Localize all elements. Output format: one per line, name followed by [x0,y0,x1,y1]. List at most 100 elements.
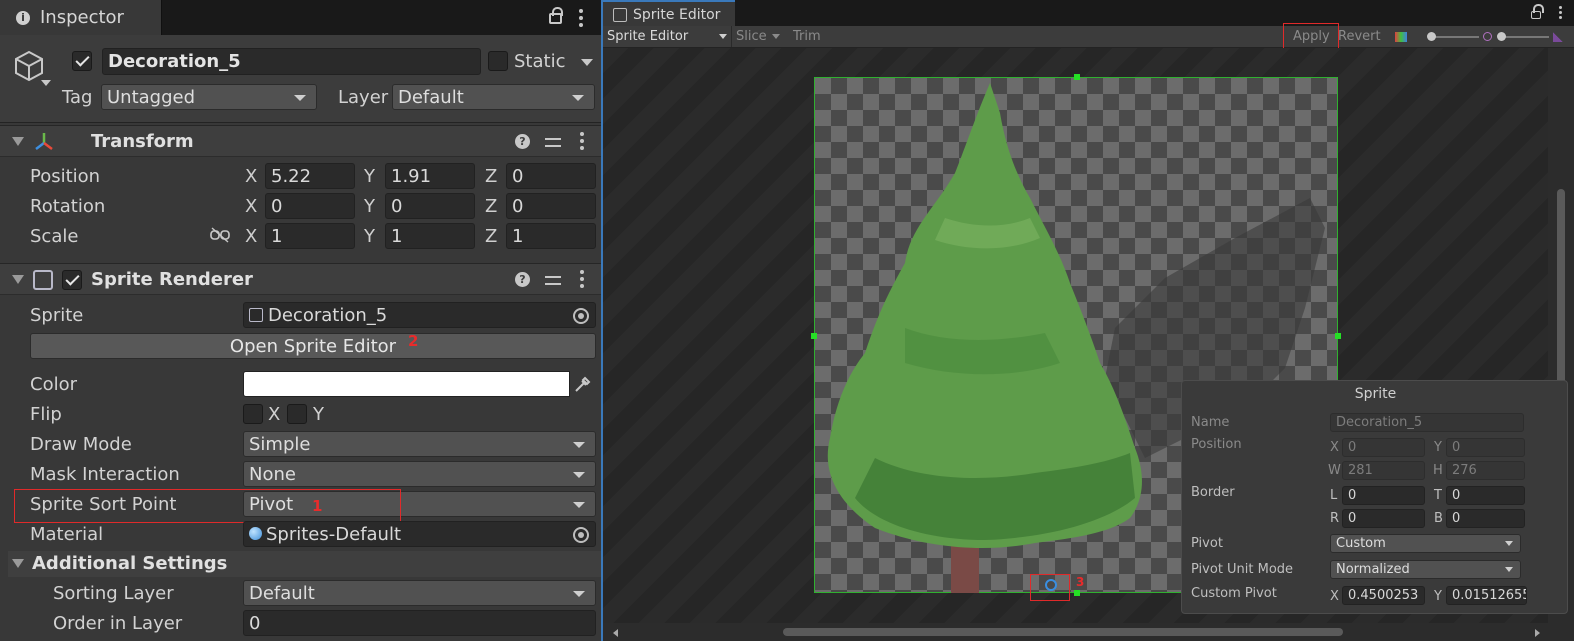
zoom-slider[interactable] [1429,36,1479,38]
border-l-field[interactable]: 0 [1342,486,1425,505]
object-picker-icon[interactable] [573,308,589,324]
resize-handle-top[interactable] [1074,74,1080,80]
sprite-editor-icon [613,7,627,22]
object-picker-icon[interactable] [573,527,589,543]
material-icon [249,527,262,540]
more-options-icon[interactable] [1559,6,1562,22]
horizontal-scrollbar-thumb[interactable] [783,628,1343,636]
height-field[interactable]: 276 [1446,461,1525,480]
annotation-box-3 [1030,574,1070,601]
draw-mode-dropdown[interactable]: Simple [243,431,596,457]
rotation-z-field[interactable]: 0 [506,193,596,219]
transform-foldout-icon[interactable] [12,137,24,146]
scroll-right-icon[interactable] [1535,629,1540,637]
scale-z-field[interactable]: 1 [506,223,596,249]
lock-icon[interactable] [549,7,563,24]
resize-handle-right[interactable] [1335,333,1341,339]
icon-dropdown-icon[interactable] [41,80,51,86]
annotation-1: 1 [312,497,323,515]
sprite-panel-title: Sprite [1354,386,1397,402]
border-b-field[interactable]: 0 [1446,509,1525,528]
color-swatch[interactable] [243,371,570,397]
gameobject-cube-icon[interactable] [12,49,46,83]
horizontal-scrollbar[interactable] [603,623,1574,641]
presets-icon[interactable] [545,273,561,287]
rotation-x-field[interactable]: 0 [265,193,355,219]
sprite-object-field[interactable]: Decoration_5 [243,302,596,328]
static-dropdown-icon[interactable] [581,59,593,66]
pos-x-field[interactable]: 0 [1342,438,1425,457]
sprite-editor-tab[interactable]: Sprite Editor [603,0,735,27]
mask-interaction-dropdown[interactable]: None [243,461,596,487]
chevron-down-icon [772,34,780,39]
scale-x-field[interactable]: 1 [265,223,355,249]
pivot-unit-mode-dropdown[interactable]: Normalized [1330,560,1521,579]
name-field[interactable]: Decoration_5 [1330,413,1524,432]
pos-y-field[interactable]: 0 [1446,438,1525,457]
sprite-editor-window: Sprite Editor Sprite Editor Slice Trim A… [603,0,1574,641]
gameobject-header: Decoration_5 Static Tag Untagged Layer D… [0,35,601,123]
additional-settings-header[interactable]: Additional Settings [8,551,601,577]
static-checkbox[interactable] [488,51,508,71]
rotation-y-field[interactable]: 0 [385,193,475,219]
order-in-layer-field[interactable]: 0 [243,610,596,636]
layer-dropdown[interactable]: Default [392,84,595,110]
color-channels-icon[interactable] [1395,32,1407,42]
material-label: Material [30,524,104,545]
material-object-field[interactable]: Sprites-Default [243,521,596,547]
scale-y-field[interactable]: 1 [385,223,475,249]
pivot-dropdown[interactable]: Custom [1330,534,1521,553]
more-options-icon[interactable] [579,9,583,30]
constrain-proportions-icon[interactable] [209,227,231,243]
flip-x-checkbox[interactable] [243,404,263,424]
slice-dropdown[interactable]: Slice [736,26,782,47]
color-label: Color [30,374,77,395]
sprite-renderer-enabled-checkbox[interactable] [62,270,82,290]
custom-pivot-x-field[interactable]: 0.4500253 [1342,586,1425,605]
scale-y-axis: Y [364,226,375,247]
static-label: Static [514,51,566,72]
eyedropper-icon[interactable] [573,374,593,394]
border-r-label: R [1330,511,1340,526]
mip-level-slider-handle[interactable] [1497,32,1506,41]
sorting-layer-dropdown[interactable]: Default [243,580,596,606]
position-y-axis: Y [364,166,375,187]
custom-pivot-y-field[interactable]: 0.01512655 [1446,586,1527,605]
lock-icon[interactable] [1531,4,1544,19]
component-menu-icon[interactable] [580,270,584,291]
trim-button[interactable]: Trim [793,26,821,47]
border-r-field[interactable]: 0 [1342,509,1425,528]
tag-dropdown[interactable]: Untagged [101,84,317,110]
sprite-renderer-header[interactable]: Sprite Renderer ? [0,263,601,295]
resize-handle-bottom[interactable] [1074,590,1080,596]
zoom-slider-handle[interactable] [1427,32,1436,41]
mip-level-slider[interactable] [1499,36,1549,38]
revert-button[interactable]: Revert [1338,26,1381,47]
active-checkbox[interactable] [72,51,92,71]
width-label: W [1328,463,1341,478]
editor-mode-dropdown[interactable]: Sprite Editor [607,26,729,47]
gameobject-name-field[interactable]: Decoration_5 [102,48,481,75]
help-icon[interactable]: ? [515,272,530,287]
sprite-editor-tab-bar: Sprite Editor [603,0,1574,27]
sprite-value: Decoration_5 [268,304,388,326]
width-field[interactable]: 281 [1342,461,1425,480]
transform-header[interactable]: Transform ? [0,125,601,157]
resize-handle-left[interactable] [811,333,817,339]
additional-settings-foldout-icon[interactable] [12,559,24,568]
sprite-renderer-foldout-icon[interactable] [12,275,24,284]
open-sprite-editor-button[interactable]: Open Sprite Editor [30,333,596,359]
position-y-field[interactable]: 1.91 [385,163,475,189]
inspector-panel: i Inspector Decoration_5 Static Tag Unta… [0,0,601,641]
scroll-left-icon[interactable] [613,629,618,637]
component-menu-icon[interactable] [580,132,584,153]
presets-icon[interactable] [545,135,561,149]
position-z-field[interactable]: 0 [506,163,596,189]
border-t-field[interactable]: 0 [1446,486,1525,505]
flip-y-checkbox[interactable] [287,404,307,424]
sorting-layer-label: Sorting Layer [53,583,174,604]
position-x-field[interactable]: 5.22 [265,163,355,189]
tag-label: Tag [62,87,93,108]
inspector-tab[interactable]: i Inspector [0,0,162,35]
help-icon[interactable]: ? [515,134,530,149]
